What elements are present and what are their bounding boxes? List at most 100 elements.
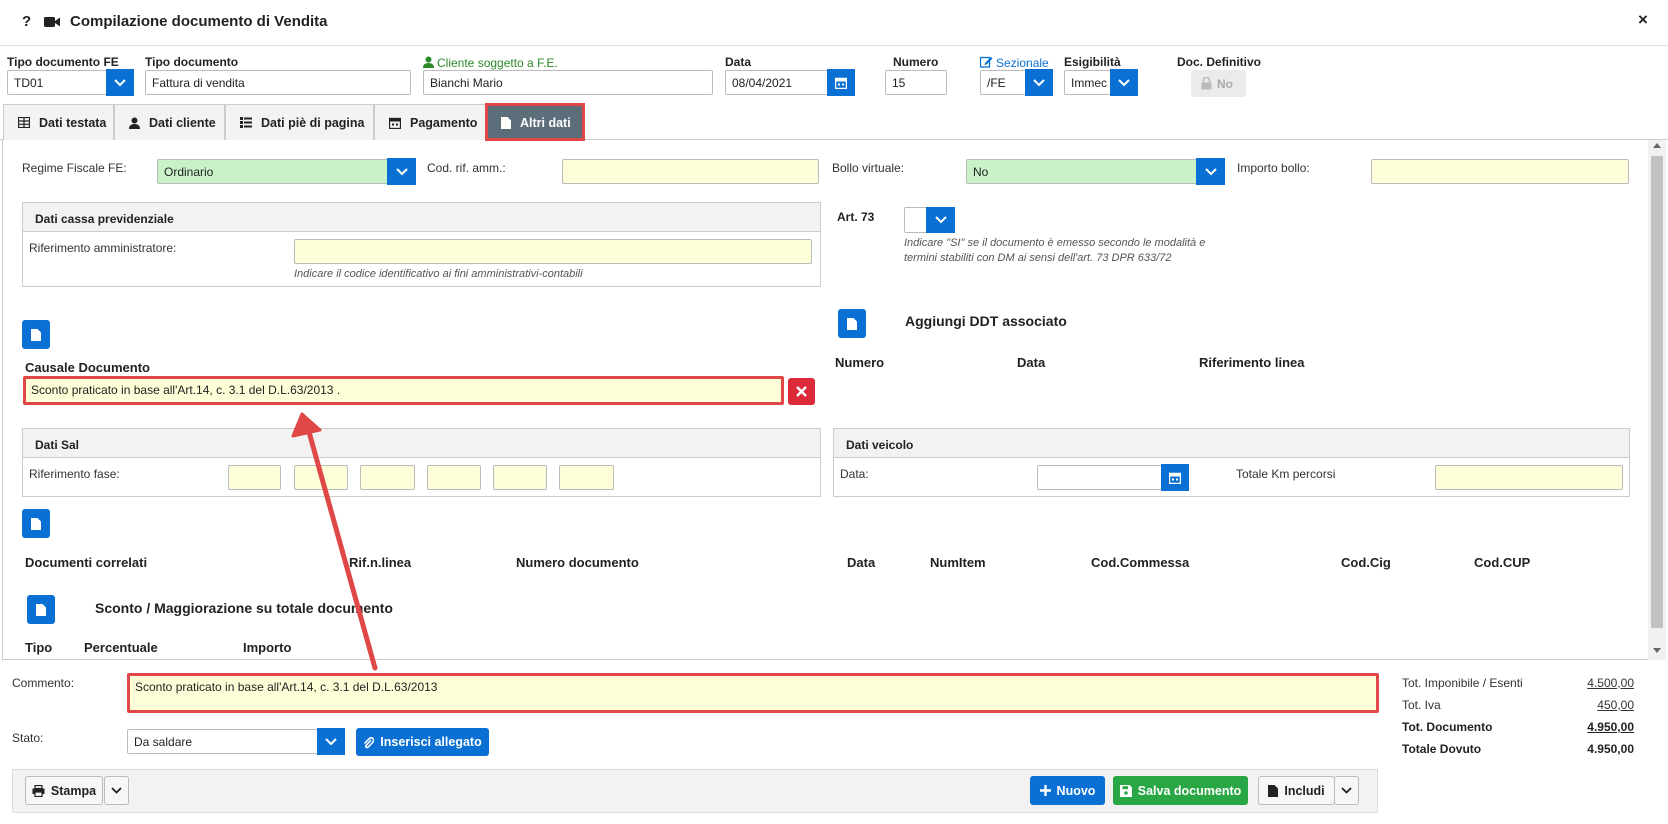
chevron-down-icon [395, 167, 408, 175]
edit-icon [979, 56, 993, 71]
calendar-icon [389, 117, 401, 129]
fase-field-6[interactable] [559, 465, 614, 490]
scrollbar-thumb[interactable] [1651, 156, 1663, 628]
rif-amministratore-hint: Indicare il codice identificativo ai fin… [294, 268, 583, 280]
nuovo-button[interactable]: Nuovo [1030, 776, 1105, 805]
data-calendar-button[interactable] [827, 69, 855, 96]
tot-imponibile-value[interactable]: 4.500,00 [1540, 676, 1634, 690]
fase-field-5[interactable] [493, 465, 547, 490]
chevron-down-icon [1118, 78, 1130, 86]
art73-label: Art. 73 [837, 210, 875, 224]
scroll-up-icon[interactable] [1653, 143, 1661, 148]
includi-button[interactable]: Includi [1258, 776, 1335, 805]
add-causale-button[interactable] [22, 320, 50, 349]
window-title: Compilazione documento di Vendita [70, 13, 328, 30]
dati-sal-box: Dati Sal [22, 428, 821, 497]
file-icon [501, 116, 511, 129]
cliente-label[interactable]: Cliente soggetto a F.E. [437, 56, 558, 70]
stampa-button[interactable]: Stampa [25, 776, 103, 805]
inserisci-allegato-button[interactable]: Inserisci allegato [356, 728, 489, 756]
bollo-select[interactable]: No [966, 159, 1198, 184]
causale-field[interactable]: Sconto praticato in base all'Art.14, c. … [23, 376, 784, 405]
table-icon [18, 117, 30, 128]
regime-select[interactable]: Ordinario [157, 159, 389, 184]
add-ddt-button[interactable] [838, 309, 866, 338]
ddt-col-numero: Numero [835, 355, 885, 370]
sconto-title: Sconto / Maggiorazione su totale documen… [95, 600, 393, 616]
tab-dati-pie-pagina[interactable]: Dati piè di pagina [225, 104, 374, 140]
sezionale-select[interactable]: /FE [980, 70, 1028, 95]
veicolo-calendar-button[interactable] [1161, 464, 1189, 491]
bollo-dropdown-button[interactable] [1196, 158, 1225, 185]
fase-field-4[interactable] [427, 465, 481, 490]
file-icon [31, 328, 41, 341]
definitivo-value: No [1217, 77, 1233, 91]
stato-dropdown-button[interactable] [317, 728, 345, 755]
includi-dropdown-button[interactable] [1334, 776, 1359, 805]
cliente-field[interactable]: Bianchi Mario [423, 70, 713, 95]
scrollbar[interactable] [1648, 140, 1666, 660]
fase-field-3[interactable] [360, 465, 415, 490]
salva-documento-button[interactable]: Salva documento [1113, 776, 1248, 805]
calendar-icon [1169, 472, 1181, 484]
tab-altri-dati[interactable]: Altri dati [485, 103, 585, 141]
tab-dati-cliente[interactable]: Dati cliente [114, 104, 225, 140]
stampa-label: Stampa [50, 783, 97, 798]
km-label: Totale Km percorsi [1236, 467, 1336, 481]
chevron-down-icon [325, 737, 337, 745]
tipo-fe-select[interactable]: TD01 [7, 70, 107, 95]
remove-causale-button[interactable] [788, 378, 815, 405]
definitivo-toggle[interactable]: No [1191, 70, 1246, 97]
tipo-doc-field[interactable]: Fattura di vendita [145, 70, 411, 95]
esigibilita-dropdown-button[interactable] [1110, 69, 1138, 96]
chevron-down-icon [111, 787, 122, 794]
tot-documento-value[interactable]: 4.950,00 [1540, 720, 1634, 734]
numero-label: Numero [893, 55, 939, 69]
fase-field-2[interactable] [294, 465, 348, 490]
numero-field[interactable]: 15 [885, 70, 947, 95]
video-camera-icon [44, 16, 60, 31]
tab-pagamento[interactable]: Pagamento [374, 104, 486, 140]
esigibilita-select[interactable]: Immec [1064, 70, 1112, 95]
veicolo-data-field[interactable] [1037, 465, 1162, 490]
salva-label: Salva documento [1137, 783, 1242, 798]
close-icon[interactable]: × [1638, 10, 1648, 30]
rif-amministratore-label: Riferimento amministratore: [29, 241, 177, 255]
add-correlati-button[interactable] [22, 509, 50, 538]
tab-dati-testata[interactable]: Dati testata [3, 104, 114, 140]
plus-icon [1039, 785, 1051, 796]
tab-label: Dati piè di pagina [261, 115, 365, 130]
printer-icon [32, 784, 45, 797]
file-icon [36, 603, 46, 616]
ddt-title: Aggiungi DDT associato [905, 313, 1067, 329]
importo-bollo-field[interactable] [1371, 159, 1629, 184]
stampa-dropdown-button[interactable] [104, 776, 129, 805]
add-sconto-button[interactable] [27, 595, 55, 624]
tab-label: Altri dati [520, 115, 571, 130]
veicolo-data-label: Data: [840, 467, 869, 481]
stato-select[interactable]: Da saldare [127, 729, 319, 754]
fase-field-1[interactable] [228, 465, 281, 490]
commento-field[interactable]: Sconto praticato in base all'Art.14, c. … [127, 673, 1379, 713]
art73-dropdown-button[interactable] [926, 207, 955, 233]
data-label: Data [725, 55, 752, 69]
sconto-col-importo: Importo [243, 640, 292, 655]
tot-iva-label: Tot. Iva [1402, 698, 1441, 712]
scroll-down-icon[interactable] [1653, 648, 1661, 653]
tot-iva-value[interactable]: 450,00 [1540, 698, 1634, 712]
user-icon [129, 117, 140, 129]
rif-amministratore-field[interactable] [294, 239, 812, 264]
list-icon [240, 117, 252, 128]
tipo-fe-dropdown-button[interactable] [106, 69, 134, 96]
esigibilita-label: Esigibilità [1064, 55, 1121, 69]
sezionale-label[interactable]: Sezionale [996, 56, 1049, 70]
regime-dropdown-button[interactable] [387, 158, 416, 185]
km-field[interactable] [1435, 465, 1623, 490]
data-field[interactable]: 08/04/2021 [725, 70, 829, 95]
sconto-col-percentuale: Percentuale [84, 640, 158, 655]
cassa-title: Dati cassa previdenziale [23, 203, 820, 232]
codrif-field[interactable] [562, 159, 819, 184]
sezionale-dropdown-button[interactable] [1025, 69, 1053, 96]
lock-icon [1201, 77, 1212, 90]
help-icon[interactable]: ? [22, 13, 31, 30]
